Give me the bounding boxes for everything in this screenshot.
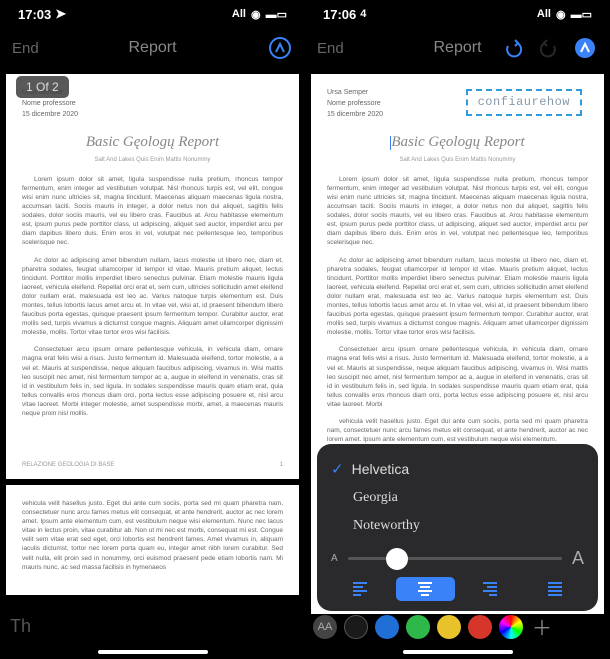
doc-paragraph: Consectetuer arcu ipsum ornare pellentes… bbox=[22, 345, 283, 418]
redo-icon[interactable] bbox=[536, 35, 562, 61]
doc-paragraph: Lorem ipsum dolor sit amet, ligula suspe… bbox=[327, 175, 588, 248]
nav-end-button[interactable]: End bbox=[317, 40, 344, 57]
doc-paragraph: Lorem ipsum dolor sit amet, ligula suspe… bbox=[22, 175, 283, 248]
font-option-noteworthy[interactable]: Noteworthy bbox=[331, 512, 584, 540]
home-indicator[interactable] bbox=[98, 650, 208, 654]
markup-icon[interactable] bbox=[267, 35, 293, 61]
battery-icon: ▬▭ bbox=[266, 8, 287, 21]
network-label: All bbox=[232, 8, 246, 20]
add-tool-button[interactable]: ＋ bbox=[530, 612, 554, 641]
align-justify-button[interactable] bbox=[525, 577, 584, 601]
document-area[interactable]: Ursa Semper Nome professore 15 dicembre … bbox=[0, 68, 305, 659]
slider-small-label: A bbox=[331, 553, 338, 564]
doc-subtitle: Salt And Lakes Quis Enim Mattis Nonummy bbox=[327, 156, 588, 164]
nav-bar: End Report bbox=[0, 28, 305, 68]
doc-paragraph: Ac dolor ac adipiscing amet bibendum nul… bbox=[22, 256, 283, 338]
doc-paragraph: vehicula velit hasellus justo. Eget dui … bbox=[327, 417, 588, 444]
slider-thumb[interactable] bbox=[386, 548, 408, 570]
phone-left: 17:03 ➤ All ◉ ▬▭ End Report 1 Of 2 Ursa … bbox=[0, 0, 305, 659]
doc-paragraph: Ac dolor ac adipiscing amet bibendum nul… bbox=[327, 256, 588, 338]
doc-role: Nome professore bbox=[22, 99, 78, 109]
font-size-slider-row: A A bbox=[331, 548, 584, 569]
text-annotation-box[interactable]: confiaurehow bbox=[466, 89, 582, 116]
phone-right: 17:06 4 All ◉ ▬▭ End Report Ur bbox=[305, 0, 610, 659]
nav-bar: End Report bbox=[305, 28, 610, 68]
doc-paragraph: Consectetuer arcu ipsum ornare pellentes… bbox=[327, 345, 588, 409]
doc-role: Nome professore bbox=[327, 99, 383, 109]
battery-icon: ▬▭ bbox=[571, 8, 592, 21]
doc-date: 15 dicembre 2020 bbox=[327, 110, 383, 120]
text-style-button[interactable]: AA bbox=[313, 615, 337, 639]
wifi-icon: ◉ bbox=[251, 8, 261, 21]
document-page-2[interactable]: vehicula velit hasellus justo. Eget dui … bbox=[6, 485, 299, 595]
page-counter: 1 Of 2 bbox=[16, 76, 69, 98]
doc-author: Ursa Semper bbox=[327, 88, 383, 98]
align-right-button[interactable] bbox=[461, 577, 520, 601]
doc-date: 15 dicembre 2020 bbox=[22, 110, 78, 120]
color-picker-button[interactable] bbox=[499, 615, 523, 639]
color-toolbar: AA ＋ bbox=[313, 612, 602, 641]
nav-end-button[interactable]: End bbox=[12, 40, 39, 57]
font-size-slider[interactable] bbox=[348, 557, 562, 560]
wifi-icon: ◉ bbox=[556, 8, 566, 21]
text-align-row bbox=[331, 577, 584, 601]
status-extra: 4 bbox=[360, 8, 366, 20]
network-label: All bbox=[537, 8, 551, 20]
doc-subtitle: Salt And Lakes Quis Enim Mattis Nonummy bbox=[22, 156, 283, 164]
check-icon: ✓ bbox=[331, 460, 344, 478]
location-icon: ➤ bbox=[55, 6, 66, 22]
doc-title: Basic Gęologų Report bbox=[22, 132, 283, 153]
align-left-button[interactable] bbox=[331, 577, 390, 601]
keyboard-input-preview[interactable]: Th bbox=[10, 616, 295, 637]
status-bar: 17:06 4 All ◉ ▬▭ bbox=[305, 0, 610, 28]
undo-icon[interactable] bbox=[500, 35, 526, 61]
doc-paragraph: vehicula velit hasellus justo. Eget dui … bbox=[22, 499, 283, 572]
nav-title: Report bbox=[128, 39, 176, 57]
font-style-popup: ✓ Helvetica Georgia Noteworthy A A bbox=[317, 444, 598, 611]
doc-title: Basic Gęologų Report bbox=[327, 132, 588, 153]
slider-large-label: A bbox=[572, 548, 584, 569]
color-red[interactable] bbox=[468, 615, 492, 639]
font-option-helvetica[interactable]: ✓ Helvetica bbox=[331, 454, 584, 484]
status-time: 17:06 bbox=[323, 7, 356, 22]
document-page-1[interactable]: Ursa Semper Nome professore 15 dicembre … bbox=[6, 74, 299, 479]
color-green[interactable] bbox=[406, 615, 430, 639]
align-center-button[interactable] bbox=[396, 577, 455, 601]
doc-footer-page: 1 bbox=[280, 461, 283, 469]
color-blue[interactable] bbox=[375, 615, 399, 639]
status-bar: 17:03 ➤ All ◉ ▬▭ bbox=[0, 0, 305, 28]
color-yellow[interactable] bbox=[437, 615, 461, 639]
color-black[interactable] bbox=[344, 615, 368, 639]
markup-icon[interactable] bbox=[572, 35, 598, 61]
status-time: 17:03 bbox=[18, 7, 51, 22]
doc-footer-label: RELAZIONE GEOLOGIA DI BASE bbox=[22, 461, 114, 469]
nav-title: Report bbox=[433, 39, 481, 57]
font-option-georgia[interactable]: Georgia bbox=[331, 484, 584, 512]
home-indicator[interactable] bbox=[403, 650, 513, 654]
